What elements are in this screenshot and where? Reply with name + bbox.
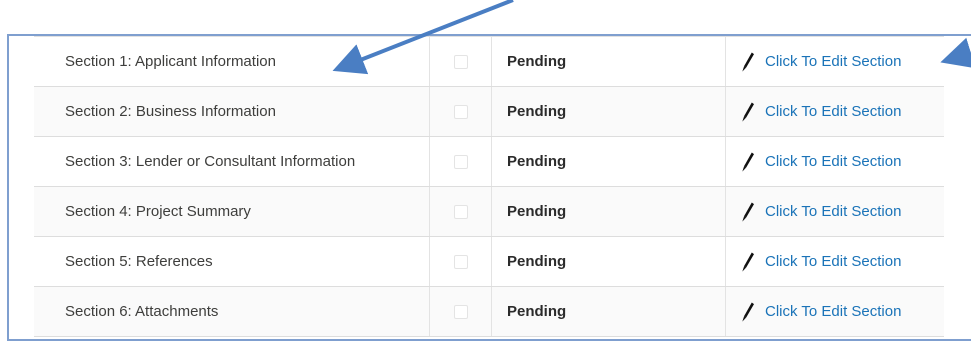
edit-section-link[interactable]: Click To Edit Section <box>741 51 901 73</box>
section-name: Section 5: References <box>34 237 430 286</box>
edit-section-label: Click To Edit Section <box>765 153 902 170</box>
table-row: Section 4: Project Summary Pending Click… <box>34 187 944 237</box>
edit-section-label: Click To Edit Section <box>765 303 902 320</box>
sections-table: Section 1: Applicant Information Pending… <box>34 36 944 337</box>
pencil-icon <box>742 152 754 172</box>
section-status: Pending <box>492 37 726 86</box>
table-row: Section 5: References Pending Click To E… <box>34 237 944 287</box>
edit-section-link[interactable]: Click To Edit Section <box>741 151 901 173</box>
edit-section-label: Click To Edit Section <box>765 53 902 70</box>
table-row: Section 2: Business Information Pending … <box>34 87 944 137</box>
edit-section-link[interactable]: Click To Edit Section <box>741 301 901 323</box>
section-name: Section 3: Lender or Consultant Informat… <box>34 137 430 186</box>
edit-section-label: Click To Edit Section <box>765 203 902 220</box>
completion-cell <box>430 137 492 186</box>
action-cell: Click To Edit Section <box>726 187 944 236</box>
section-name: Section 1: Applicant Information <box>34 37 430 86</box>
pencil-icon <box>742 102 754 122</box>
pencil-icon <box>742 302 754 322</box>
completion-checkbox[interactable] <box>453 304 468 319</box>
screenshot-stage: Section 1: Applicant Information Pending… <box>0 0 971 343</box>
section-name: Section 6: Attachments <box>34 287 430 336</box>
section-status: Pending <box>492 137 726 186</box>
action-cell: Click To Edit Section <box>726 87 944 136</box>
edit-section-link[interactable]: Click To Edit Section <box>741 201 901 223</box>
table-row: Section 3: Lender or Consultant Informat… <box>34 137 944 187</box>
section-status: Pending <box>492 287 726 336</box>
completion-cell <box>430 237 492 286</box>
action-cell: Click To Edit Section <box>726 37 944 86</box>
completion-checkbox[interactable] <box>453 204 468 219</box>
section-status: Pending <box>492 237 726 286</box>
completion-cell <box>430 187 492 236</box>
section-name: Section 4: Project Summary <box>34 187 430 236</box>
pencil-icon <box>742 202 754 222</box>
section-name: Section 2: Business Information <box>34 87 430 136</box>
completion-checkbox[interactable] <box>453 54 468 69</box>
action-cell: Click To Edit Section <box>726 237 944 286</box>
table-row: Section 1: Applicant Information Pending… <box>34 37 944 87</box>
completion-cell <box>430 287 492 336</box>
action-cell: Click To Edit Section <box>726 287 944 336</box>
completion-cell <box>430 87 492 136</box>
completion-checkbox[interactable] <box>453 104 468 119</box>
section-status: Pending <box>492 87 726 136</box>
table-row: Section 6: Attachments Pending Click To … <box>34 287 944 337</box>
completion-checkbox[interactable] <box>453 154 468 169</box>
action-cell: Click To Edit Section <box>726 137 944 186</box>
pencil-icon <box>742 252 754 272</box>
edit-section-link[interactable]: Click To Edit Section <box>741 251 901 273</box>
edit-section-label: Click To Edit Section <box>765 103 902 120</box>
edit-section-label: Click To Edit Section <box>765 253 902 270</box>
section-status: Pending <box>492 187 726 236</box>
completion-checkbox[interactable] <box>453 254 468 269</box>
completion-cell <box>430 37 492 86</box>
pencil-icon <box>742 52 754 72</box>
edit-section-link[interactable]: Click To Edit Section <box>741 101 901 123</box>
